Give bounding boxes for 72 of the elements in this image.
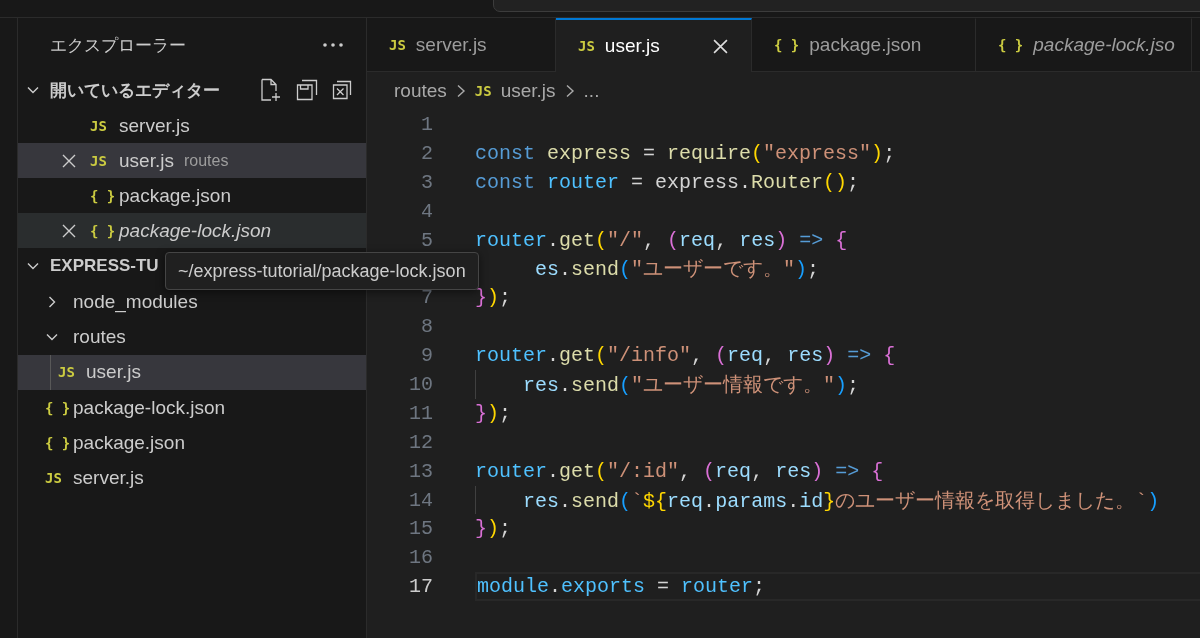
line-number: 3 [421, 170, 433, 194]
file-name: server.js [73, 467, 144, 490]
tree-item[interactable]: { }package-lock.json [18, 389, 366, 426]
file-icon: { } [45, 434, 71, 451]
breadcrumb-item[interactable]: user.js [500, 80, 556, 102]
file-name: user.js [119, 149, 174, 172]
sidebar-title: エクスプローラー [50, 34, 186, 57]
more-icon[interactable] [322, 42, 344, 48]
code-line: router.get("/info", (req, res) => { [475, 344, 896, 368]
breadcrumb-item[interactable]: routes [394, 80, 447, 102]
line-number: 15 [409, 517, 433, 541]
file-description: routes [183, 151, 229, 170]
editor-tab[interactable]: JS user.js [556, 18, 752, 72]
close-icon[interactable] [62, 223, 76, 238]
file-icon: { } [45, 399, 71, 416]
file-icon: { } [90, 187, 119, 204]
code-line: res.send(`${req.params.id}のユーザー情報を取得しました。`) [522, 488, 1160, 514]
chevron-icon [564, 84, 575, 98]
code-line: const express = require("express"); [475, 141, 896, 165]
code-line: module.exports = router; [477, 575, 766, 599]
file-name: package-lock.json [119, 219, 272, 242]
file-icon: JS [90, 117, 119, 134]
file-name: routes [73, 325, 126, 348]
code-line: }); [475, 401, 512, 425]
file-name: package-lock.json [73, 396, 226, 419]
line-number: 10 [409, 372, 433, 396]
line-number: 13 [409, 459, 433, 483]
close-icon[interactable] [62, 153, 76, 168]
line-number: 17 [409, 575, 433, 599]
code-line: router.get("/:id", (req, res) => { [475, 459, 884, 483]
close-icon[interactable] [712, 38, 728, 54]
line-number: 12 [409, 430, 433, 454]
line-number: 11 [409, 401, 433, 425]
code-line: }); [475, 517, 512, 541]
open-editor-item[interactable]: { } package.json [18, 178, 366, 213]
file-name: package.json [73, 431, 185, 454]
line-number: 16 [409, 546, 433, 570]
file-icon: JS [45, 470, 62, 487]
file-icon: JS [90, 152, 119, 169]
code-line: router.get("/", (req, res) => { [475, 228, 848, 252]
close-all-icon[interactable] [332, 80, 352, 100]
file-name: package.json [119, 184, 231, 207]
code-line: const router = express.Router(); [475, 170, 860, 194]
file-icon: { } [90, 222, 119, 239]
open-editor-item[interactable]: { } package-lock.json [18, 213, 366, 248]
file-icon: JS [58, 364, 75, 381]
line-number: 2 [421, 141, 433, 165]
tree-item[interactable]: { }package.json [18, 425, 366, 461]
open-editor-item[interactable]: JS server.js [18, 108, 366, 143]
open-editor-item[interactable]: JS user.js routes [18, 143, 366, 178]
breadcrumb-item[interactable]: ... [583, 80, 600, 102]
line-number: 1 [421, 112, 433, 136]
tree-item[interactable]: JS server.js [18, 460, 366, 496]
chevron-icon [455, 84, 466, 98]
save-all-icon[interactable] [296, 79, 318, 101]
tree-item[interactable]: JS user.js [18, 354, 366, 390]
file-name: node_modules [73, 290, 198, 313]
file-name: server.js [119, 114, 190, 137]
file-icon: JS [474, 83, 492, 99]
new-file-icon[interactable] [260, 78, 282, 102]
section-header[interactable]: 開いているエディター [18, 72, 366, 108]
tree-item[interactable]: routes [18, 319, 366, 355]
editor-tab[interactable]: { } package-lock.jso [976, 18, 1192, 71]
editor-tab[interactable]: { } package.json [752, 18, 976, 71]
line-number: 9 [421, 344, 433, 368]
line-number: 14 [409, 488, 433, 512]
line-number: 8 [421, 315, 433, 339]
code-line: es.send("ユーザーです。"); [534, 257, 820, 283]
file-name: user.js [86, 361, 141, 384]
line-number: 5 [421, 228, 433, 252]
code-line: res.send("ユーザー情報です。"); [522, 372, 860, 398]
line-number: 4 [421, 199, 433, 223]
